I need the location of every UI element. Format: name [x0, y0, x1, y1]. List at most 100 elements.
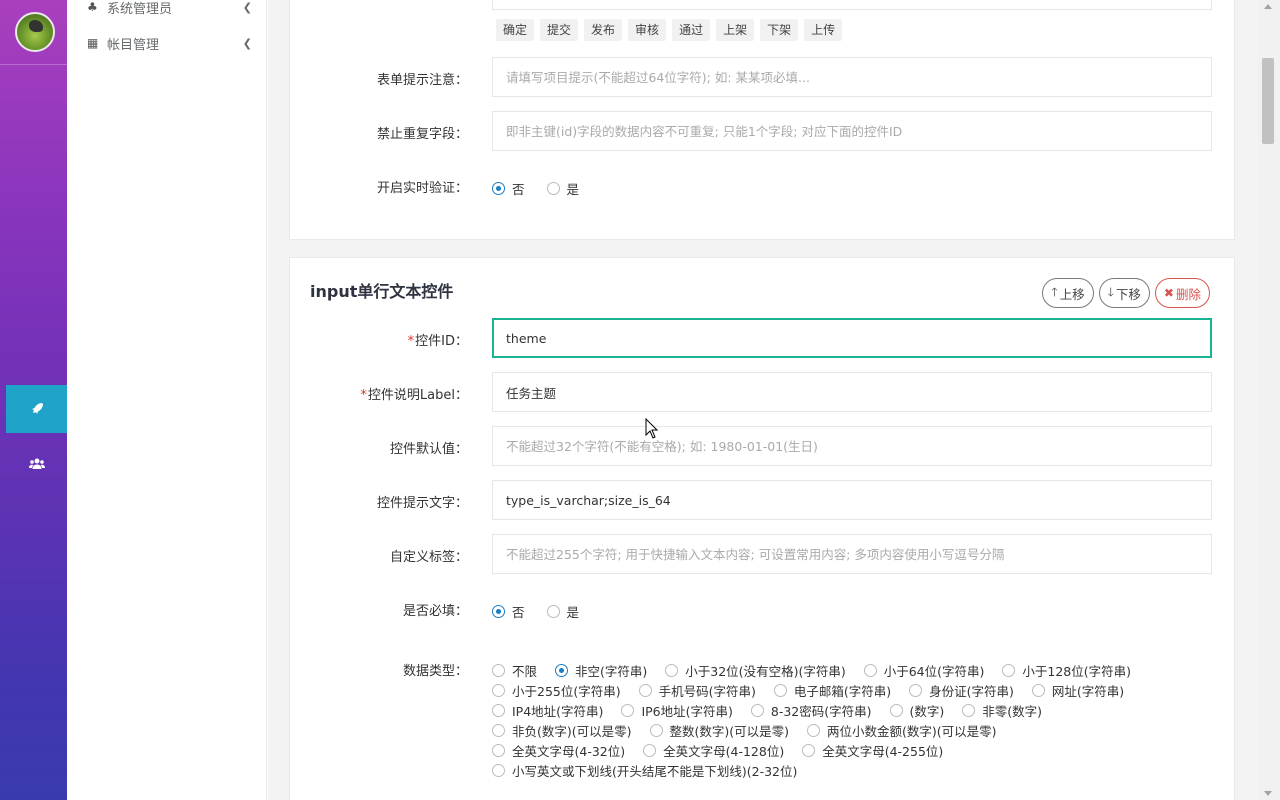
default-value-input[interactable]: [492, 426, 1212, 466]
close-icon: ✖: [1163, 286, 1174, 300]
data-type-radio[interactable]: 非负(数字)(可以是零): [492, 721, 632, 740]
radio-dot: [492, 605, 505, 618]
data-type-line: IP4地址(字符串) IP6地址(字符串) 8-32密码(字符串) (数字) 非零(数字…: [492, 700, 1192, 720]
tag-list-off[interactable]: 下架: [760, 19, 799, 41]
tag-publish[interactable]: 发布: [584, 19, 623, 41]
radio-label: 网址(字符串): [1051, 683, 1125, 699]
rocket-icon[interactable]: [6, 385, 67, 433]
radio-label: 整数(数字)(可以是零): [669, 723, 790, 739]
custom-tags-input[interactable]: [492, 534, 1212, 574]
data-type-radio[interactable]: 手机号码(字符串): [638, 681, 756, 700]
radio-label: 身份证(字符串): [929, 683, 1014, 699]
previous-input-bottom[interactable]: [492, 0, 1212, 10]
radio-label: 全英文字母(4-255位): [822, 743, 944, 759]
radio-dot: [492, 663, 505, 677]
radio-dot: [643, 743, 657, 757]
data-type-radio[interactable]: 小于128位(字符串): [1002, 661, 1131, 680]
chevron-left-icon: ❮: [242, 0, 252, 14]
radio-label: 小于32位(没有空格)(字符串): [685, 663, 846, 679]
form-tip-input[interactable]: [492, 57, 1212, 97]
radio-dot: [555, 663, 569, 677]
data-type-label: 数据类型：: [402, 664, 468, 679]
radio-label: 是: [566, 605, 580, 620]
data-type-radio[interactable]: 电子邮箱(字符串): [773, 681, 892, 700]
tag-approve[interactable]: 通过: [672, 19, 711, 41]
radio-label: IP6地址(字符串): [641, 703, 733, 719]
data-type-line: 小于255位(字符串) 手机号码(字符串) 电子邮箱(字符串) 身份证(字符串) 网址(…: [492, 680, 1192, 700]
required-star: *: [360, 388, 367, 403]
data-type-radio[interactable]: IP6地址(字符串): [621, 701, 733, 720]
data-type-line: 全英文字母(4-32位) 全英文字母(4-128位) 全英文字母(4-255位): [492, 740, 1192, 760]
tag-confirm[interactable]: 确定: [496, 19, 535, 41]
radio-label: 非负(数字)(可以是零): [512, 723, 632, 739]
hint-text-input[interactable]: [492, 480, 1212, 520]
users-icon[interactable]: [6, 442, 67, 486]
rocket-icon-svg: [31, 403, 43, 414]
radio-dot: [889, 703, 903, 717]
control-label-input[interactable]: [492, 372, 1212, 412]
sidebar-item-system-admin[interactable]: ♣ 系统管理员 ❮: [87, 0, 252, 19]
data-type-radio[interactable]: 小写英文或下划线(开头结尾不能是下划线)(2-32位): [492, 761, 797, 780]
move-down-button[interactable]: 🡓 下移: [1098, 278, 1150, 308]
data-type-radio[interactable]: 全英文字母(4-32位): [492, 741, 625, 760]
scroll-up-arrow-icon[interactable]: [1264, 4, 1272, 9]
no-dup-field-input[interactable]: [492, 111, 1212, 151]
tag-review[interactable]: 审核: [628, 19, 667, 41]
data-type-radio[interactable]: 小于32位(没有空格)(字符串): [665, 661, 846, 680]
data-type-radio[interactable]: 非空(字符串): [555, 661, 647, 680]
required-yes-radio[interactable]: 是: [546, 602, 580, 621]
radio-dot: [492, 743, 505, 757]
page-scrollbar[interactable]: [1258, 0, 1280, 800]
realtime-no-radio[interactable]: 否: [492, 179, 525, 198]
section-title: input单行文本控件: [310, 282, 454, 301]
radio-label: 否: [512, 605, 525, 620]
data-type-radio[interactable]: (数字): [889, 701, 945, 720]
chevron-left-icon: ❮: [242, 36, 252, 50]
realtime-validate-label: 开启实时验证：: [376, 181, 468, 196]
data-type-radio[interactable]: 两位小数金额(数字)(可以是零): [807, 721, 997, 740]
radio-label: 是: [566, 182, 580, 197]
radio-label: (数字): [909, 703, 945, 719]
avatar[interactable]: [15, 12, 55, 52]
sidebar: ♣ 系统管理员 ❮ ▦ 帐目管理 ❮: [67, 0, 267, 800]
delete-button[interactable]: ✖ 删除: [1154, 278, 1210, 308]
form-settings-panel: 确定 提交 发布 审核 通过 上架 下架 上传 表单提示注意： 禁止重复字段： …: [289, 0, 1235, 240]
data-type-radio[interactable]: 8-32密码(字符串): [750, 701, 872, 720]
data-type-radio[interactable]: 全英文字母(4-255位): [802, 741, 943, 760]
arrow-up-icon: 🡑: [1051, 284, 1058, 299]
realtime-yes-radio[interactable]: 是: [546, 179, 580, 198]
data-type-radio[interactable]: 不限: [492, 661, 537, 680]
hint-text-label: 控件提示文字：: [376, 496, 468, 511]
sidebar-item-label: 系统管理员: [107, 1, 173, 17]
button-label: 下移: [1115, 286, 1141, 302]
rail-divider: [0, 64, 67, 65]
data-type-radio[interactable]: 非零(数字): [962, 701, 1042, 720]
scroll-down-arrow-icon[interactable]: [1264, 791, 1272, 796]
data-type-radio[interactable]: 整数(数字)(可以是零): [649, 721, 790, 740]
radio-label: 否: [512, 182, 525, 197]
data-type-radio[interactable]: IP4地址(字符串): [492, 701, 603, 720]
users-icon-svg: [28, 458, 45, 469]
radio-label: IP4地址(字符串): [512, 703, 604, 719]
scroll-thumb[interactable]: [1262, 58, 1274, 144]
move-up-button[interactable]: 🡑 上移: [1042, 278, 1094, 308]
sidebar-item-accounts[interactable]: ▦ 帐目管理 ❮: [87, 31, 252, 55]
calculator-icon: ▦: [87, 36, 99, 50]
data-type-radio[interactable]: 身份证(字符串): [909, 681, 1014, 700]
data-type-line: 非负(数字)(可以是零) 整数(数字)(可以是零) 两位小数金额(数字)(可以是零): [492, 720, 1192, 740]
sitemap-icon: ♣: [87, 0, 98, 14]
data-type-radio[interactable]: 小于64位(字符串): [863, 661, 985, 680]
data-type-radio[interactable]: 网址(字符串): [1031, 681, 1125, 700]
radio-label: 电子邮箱(字符串): [793, 683, 892, 699]
data-type-radio[interactable]: 全英文字母(4-128位): [643, 741, 784, 760]
radio-dot: [638, 683, 652, 697]
tag-list-on[interactable]: 上架: [716, 19, 755, 41]
required-no-radio[interactable]: 否: [492, 602, 525, 621]
radio-label: 小于64位(字符串): [883, 663, 985, 679]
tag-submit[interactable]: 提交: [540, 19, 579, 41]
data-type-radio[interactable]: 小于255位(字符串): [492, 681, 621, 700]
control-id-input[interactable]: [492, 318, 1212, 358]
icon-rail: [0, 0, 67, 800]
default-value-label: 控件默认值：: [389, 442, 468, 457]
tag-upload[interactable]: 上传: [804, 19, 843, 41]
